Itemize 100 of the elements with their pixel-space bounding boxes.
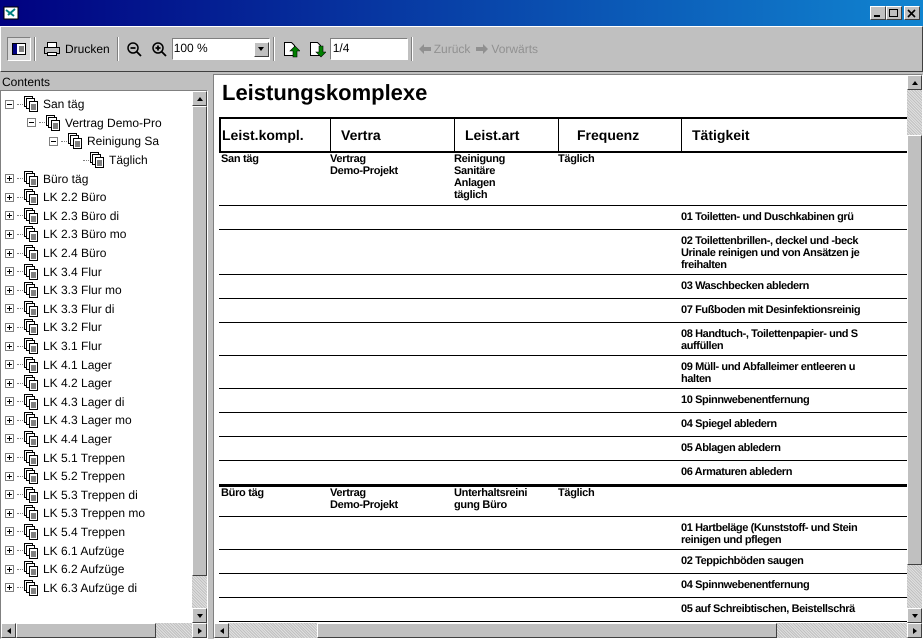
expand-icon[interactable] xyxy=(5,416,14,425)
page-field[interactable]: 1/4 xyxy=(330,38,408,60)
tree-item[interactable]: Büro täg xyxy=(43,170,88,188)
minimize-button[interactable] xyxy=(870,6,886,20)
expand-icon[interactable] xyxy=(5,174,14,184)
table-cell: Täglich xyxy=(558,487,594,499)
scroll-left-button[interactable] xyxy=(214,623,229,638)
expand-icon[interactable] xyxy=(5,527,14,536)
expand-icon[interactable] xyxy=(5,472,14,481)
tree-item[interactable]: LK 4.1 Lager xyxy=(43,356,112,374)
tree-item[interactable]: LK 2.2 Büro xyxy=(43,188,106,206)
expand-icon[interactable] xyxy=(5,453,14,462)
maximize-icon xyxy=(889,8,899,18)
dropdown-button[interactable] xyxy=(254,42,269,56)
tree-item[interactable]: LK 3.3 Flur di xyxy=(43,300,114,318)
tree-item[interactable]: LK 2.4 Büro xyxy=(43,244,106,262)
collapse-icon[interactable] xyxy=(49,136,58,146)
scroll-right-button[interactable] xyxy=(192,623,207,638)
expand-icon[interactable] xyxy=(5,397,14,406)
document-stack-icon xyxy=(23,375,39,392)
tree-item[interactable]: LK 5.3 Treppen mo xyxy=(43,504,146,522)
expand-icon[interactable] xyxy=(5,508,14,518)
scroll-down-button[interactable] xyxy=(192,608,207,623)
tree-item[interactable]: LK 3.4 Flur xyxy=(43,262,102,281)
document-stack-icon xyxy=(23,208,39,224)
table-cell: Vertrag Demo-Projekt xyxy=(330,153,398,177)
scroll-up-button[interactable] xyxy=(192,91,207,106)
expand-icon[interactable] xyxy=(5,342,14,351)
contents-header: Contents xyxy=(1,74,52,90)
scroll-down-button[interactable] xyxy=(907,608,922,623)
scroll-left-button[interactable] xyxy=(1,623,16,638)
tree-item[interactable]: Vertrag Demo-Pro xyxy=(65,114,162,132)
tree-item[interactable]: LK 5.2 Treppen xyxy=(43,467,126,486)
tree-item[interactable]: LK 5.3 Treppen di xyxy=(43,486,138,504)
tree-item[interactable]: LK 4.3 Lager di xyxy=(43,392,124,411)
activity-cell-text: 08 Handtuch-, Toilettenpapier- und S auffüllen xyxy=(680,328,859,352)
expand-icon[interactable] xyxy=(5,583,14,592)
table-cell: San täg xyxy=(221,153,259,165)
document-stack-icon xyxy=(23,245,39,262)
tree-item[interactable]: LK 2.3 Büro mo xyxy=(43,225,126,244)
tree-item[interactable]: LK 5.1 Treppen xyxy=(43,448,126,467)
zoom-dropdown[interactable]: 100 % xyxy=(172,38,270,60)
minimize-icon xyxy=(874,15,880,17)
activity-cell-text: 09 Müll- und Abfalleimer entleeren u halten xyxy=(680,361,856,385)
tree-item[interactable]: San täg xyxy=(43,95,84,114)
tree-item[interactable]: Täglich xyxy=(109,151,148,170)
close-button[interactable] xyxy=(904,6,920,20)
document-stack-icon xyxy=(23,505,39,522)
scroll-right-button[interactable] xyxy=(907,623,922,638)
document-stack-icon xyxy=(23,486,39,503)
scrollbar-thumb[interactable] xyxy=(907,135,922,565)
expand-icon[interactable] xyxy=(5,322,14,332)
app-icon xyxy=(3,6,19,20)
maximize-button[interactable] xyxy=(886,6,902,20)
contents-toggle-button[interactable] xyxy=(7,37,31,61)
collapse-icon[interactable] xyxy=(27,118,36,128)
expand-icon[interactable] xyxy=(5,211,14,220)
document-stack-icon xyxy=(23,468,39,484)
expand-icon[interactable] xyxy=(5,490,14,500)
tree-item[interactable]: Reinigung Sa xyxy=(87,132,160,150)
expand-icon[interactable] xyxy=(5,360,14,370)
table-cell: Vertrag Demo-Projekt xyxy=(330,487,398,511)
close-icon xyxy=(907,8,917,18)
tree-item[interactable]: LK 4.2 Lager xyxy=(43,374,112,392)
print-button[interactable]: Drucken xyxy=(39,37,114,61)
expand-icon[interactable] xyxy=(5,230,14,239)
tree-item[interactable]: LK 3.2 Flur xyxy=(43,318,102,336)
document-stack-icon xyxy=(23,394,39,410)
tree-item[interactable]: LK 5.4 Treppen xyxy=(43,522,126,541)
expand-icon[interactable] xyxy=(5,192,14,202)
table-cell: Unterhaltsreini gung Büro xyxy=(454,487,528,511)
scroll-up-button[interactable] xyxy=(907,75,922,90)
collapse-icon[interactable] xyxy=(5,100,14,109)
activity-cell-text: 03 Waschbecken abledern xyxy=(680,280,810,294)
tree-item[interactable]: LK 2.3 Büro di xyxy=(43,206,120,225)
document-stack-icon xyxy=(89,152,105,168)
expand-icon[interactable] xyxy=(5,304,14,314)
right-arrow-icon xyxy=(476,44,488,54)
tree-item[interactable]: LK 4.4 Lager xyxy=(43,430,112,448)
expand-icon[interactable] xyxy=(5,434,14,444)
expand-icon[interactable] xyxy=(5,286,14,295)
expand-icon[interactable] xyxy=(5,378,14,388)
tree-item[interactable]: LK 6.1 Aufzüge xyxy=(43,542,124,560)
activity-cell-text: 02 Teppichböden saugen xyxy=(680,555,804,569)
expand-icon[interactable] xyxy=(5,267,14,276)
tree-item[interactable]: LK 6.2 Aufzüge xyxy=(43,560,124,578)
tree-item[interactable]: LK 3.3 Flur mo xyxy=(43,281,122,300)
scrollbar-thumb[interactable] xyxy=(317,623,777,638)
tree-item[interactable]: LK 4.3 Lager mo xyxy=(43,411,132,430)
sidebar-icon xyxy=(11,42,27,56)
document-stack-icon xyxy=(23,561,39,578)
column-header: Leist.art xyxy=(454,119,558,151)
tree-item[interactable]: LK 3.1 Flur xyxy=(43,337,102,356)
scrollbar-thumb[interactable] xyxy=(16,623,156,638)
expand-icon[interactable] xyxy=(5,248,14,258)
document-stack-icon xyxy=(23,524,39,540)
expand-icon[interactable] xyxy=(5,546,14,556)
activity-cell-text: 07 Fußboden mit Desinfektionsreinig xyxy=(680,304,862,318)
expand-icon[interactable] xyxy=(5,564,14,574)
tree-item[interactable]: LK 6.3 Aufzüge di xyxy=(43,578,138,597)
